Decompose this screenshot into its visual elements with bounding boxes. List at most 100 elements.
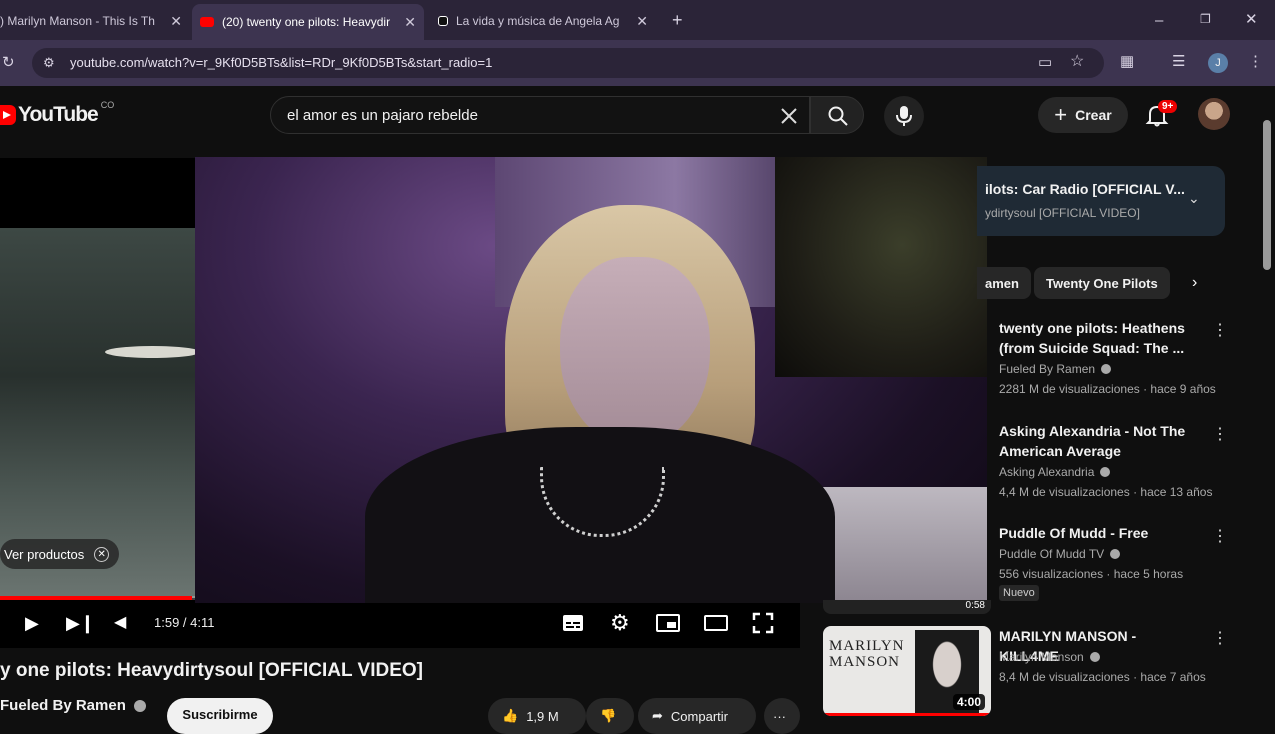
tab-close-icon[interactable]: ✕ — [170, 13, 182, 30]
recommended-thumbnail[interactable]: 0:58 — [823, 600, 991, 614]
search-icon — [828, 106, 848, 126]
youtube-favicon-icon — [200, 17, 214, 27]
webcam-plants — [775, 157, 987, 377]
verified-badge-icon — [133, 699, 146, 712]
webcam-person-face — [560, 257, 710, 447]
more-options-icon[interactable]: ⋮ — [1212, 424, 1228, 444]
create-label: Crear — [1075, 107, 1112, 123]
reload-icon[interactable]: ↻ — [2, 55, 15, 70]
dislike-button[interactable]: 👎 — [586, 698, 634, 734]
verified-badge-icon — [1100, 467, 1111, 477]
miniplayer-icon[interactable] — [656, 614, 680, 632]
more-actions-button[interactable]: ··· — [764, 698, 800, 734]
channel-name[interactable]: Fueled By Ramen — [0, 697, 146, 714]
playlist-title: ilots: Car Radio [OFFICIAL V... — [985, 181, 1185, 197]
recommended-channel[interactable]: Puddle Of Mudd TV — [999, 547, 1121, 561]
recommended-channel[interactable]: Fueled By Ramen — [999, 362, 1112, 376]
media-controls-icon[interactable]: ☰ — [1172, 54, 1185, 69]
browser-tab-twenty-one-pilots[interactable]: (20) twenty one pilots: Heavydir ✕ — [192, 4, 424, 40]
verified-badge-icon — [1101, 364, 1112, 374]
like-button[interactable]: 👍 1,9 M — [488, 698, 586, 734]
recommended-channel-text: Asking Alexandria — [999, 465, 1095, 479]
more-options-icon[interactable]: ⋮ — [1212, 320, 1228, 340]
microphone-icon — [896, 106, 912, 126]
country-code: CO — [100, 100, 115, 110]
account-avatar[interactable] — [1198, 98, 1230, 130]
view-products-button[interactable]: Ver productos ✕ — [0, 539, 120, 569]
close-products-icon[interactable]: ✕ — [94, 546, 110, 562]
profile-avatar[interactable]: J — [1208, 53, 1228, 73]
url-text[interactable]: youtube.com/watch?v=r_9Kf0D5BTs&list=RDr… — [70, 55, 492, 70]
thumbnail-band-logo: MARILYN MANSON — [829, 638, 905, 670]
recommended-meta: 4,4 M de visualizaciones · hace 13 años — [999, 485, 1213, 499]
fullscreen-icon[interactable] — [752, 612, 774, 634]
chip-fueled-by-ramen[interactable]: amen — [977, 267, 1031, 299]
next-icon[interactable]: ▶❙ — [66, 610, 95, 636]
video-title: y one pilots: Heavydirtysoul [OFFICIAL V… — [0, 660, 423, 681]
browser-menu-icon[interactable]: ⋮ — [1248, 54, 1263, 69]
thumbnail-duration: 4:00 — [952, 694, 985, 710]
bookmark-star-icon[interactable]: ☆ — [1070, 54, 1084, 70]
thumbnail-duration: 0:58 — [965, 600, 985, 611]
tab-title: (20) twenty one pilots: Heavydir — [222, 15, 391, 29]
new-tab-button[interactable]: + — [672, 11, 683, 29]
play-icon[interactable]: ▶ — [25, 610, 39, 636]
search-input[interactable] — [287, 97, 767, 133]
tab-title: ) Marilyn Manson - This Is Th — [0, 14, 155, 28]
youtube-play-logo-icon — [0, 105, 16, 125]
chip-twenty-one-pilots[interactable]: Twenty One Pilots — [1034, 267, 1170, 299]
recommended-thumbnail[interactable]: MARILYN MANSON 4:00 — [823, 626, 991, 716]
site-settings-icon[interactable]: ⚙ — [43, 56, 55, 69]
like-count: 1,9 M — [526, 708, 559, 724]
extensions-icon[interactable]: ▦ — [1120, 54, 1134, 69]
recommended-title[interactable]: twenty one pilots: Heathens (from Suicid… — [999, 318, 1199, 358]
playlist-subtitle: ydirtysoul [OFFICIAL VIDEO] — [985, 206, 1140, 220]
thumbnail-logo-line: MARILYN — [829, 638, 905, 654]
window-close-icon[interactable]: ✕ — [1245, 12, 1258, 27]
share-button[interactable]: ➦ Compartir — [638, 698, 756, 734]
recommended-channel[interactable]: Asking Alexandria — [999, 465, 1111, 479]
tab-close-icon[interactable]: ✕ — [636, 13, 648, 30]
more-options-icon[interactable]: ⋮ — [1212, 628, 1228, 648]
recommended-meta: 8,4 M de visualizaciones · hace 7 años — [999, 670, 1206, 684]
chevron-down-icon[interactable]: ⌄ — [1188, 190, 1200, 207]
view-products-label: Ver productos — [4, 546, 85, 562]
recommended-channel[interactable]: Marilyn Manson — [999, 650, 1100, 664]
clear-search-icon[interactable] — [779, 106, 799, 126]
recommended-title[interactable]: Asking Alexandria - Not The American Ave… — [999, 421, 1199, 461]
recommended-meta: 556 visualizaciones · hace 5 horas — [999, 567, 1184, 581]
recommended-channel-text: Fueled By Ramen — [999, 362, 1096, 376]
tiktok-favicon-icon — [438, 16, 448, 26]
volume-icon[interactable]: ◀ — [114, 610, 126, 636]
recommended-meta: 2281 M de visualizaciones · hace 9 años — [999, 382, 1216, 396]
settings-gear-icon[interactable]: ⚙ — [610, 610, 630, 636]
voice-search-button[interactable] — [884, 96, 924, 136]
tab-title: La vida y música de Angela Ag — [456, 14, 620, 28]
video-cymbal-shape — [105, 346, 200, 358]
search-button[interactable] — [810, 96, 864, 134]
plus-icon: + — [1054, 102, 1068, 127]
tab-close-icon[interactable]: ✕ — [404, 14, 416, 31]
verified-badge-icon — [1110, 549, 1121, 559]
browser-tab-marilyn[interactable]: ) Marilyn Manson - This Is Th ✕ — [0, 6, 190, 36]
thumbs-down-icon: 👎 — [600, 708, 617, 723]
subscribe-button[interactable]: Suscribirme — [167, 698, 273, 734]
restore-icon[interactable]: ❐ — [1200, 13, 1211, 25]
recommended-title[interactable]: Puddle Of Mudd - Free — [999, 523, 1199, 543]
page-scrollbar[interactable] — [1263, 120, 1271, 270]
verified-badge-icon — [1089, 652, 1100, 662]
recommended-channel-text: Marilyn Manson — [999, 650, 1084, 664]
browser-tab-angela[interactable]: La vida y música de Angela Ag ✕ — [428, 6, 656, 36]
minimize-icon[interactable]: – — [1155, 13, 1163, 28]
cast-icon[interactable]: ▭ — [1038, 55, 1052, 70]
subtitles-icon[interactable] — [562, 614, 584, 632]
create-button[interactable]: + Crear — [1038, 97, 1128, 133]
notifications-badge: 9+ — [1158, 100, 1178, 113]
youtube-logo[interactable]: YouTube CO — [0, 100, 114, 130]
more-options-icon[interactable]: ⋮ — [1212, 526, 1228, 546]
share-icon: ➦ — [652, 708, 663, 723]
theater-mode-icon[interactable] — [704, 614, 728, 632]
chevron-right-icon[interactable]: › — [1192, 274, 1197, 292]
thumbnail-logo-line: MANSON — [829, 654, 901, 670]
thumbnail-watched-bar — [823, 713, 991, 716]
